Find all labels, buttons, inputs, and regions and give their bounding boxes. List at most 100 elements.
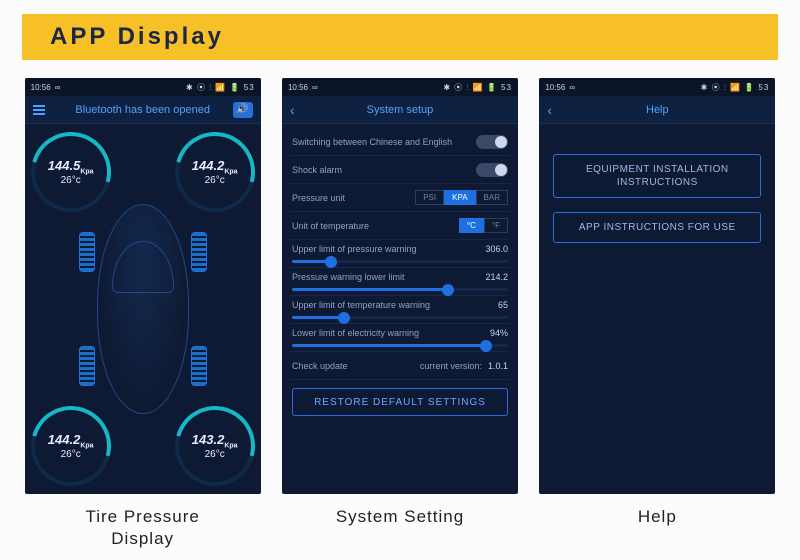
chevron-left-icon: ‹	[290, 102, 295, 118]
shock-toggle[interactable]	[476, 163, 508, 177]
help-install-button[interactable]: EQUIPMENT INSTALLATION INSTRUCTIONS	[553, 154, 761, 198]
version-value: 1.0.1	[488, 361, 508, 371]
version-label: current version:	[420, 361, 482, 371]
temp-value: 26	[205, 175, 216, 186]
status-time: 10:56	[31, 83, 51, 92]
statusbar: 10:56 ∞ ✱ ⦿ ⫶ 📶 🔋 53	[25, 78, 261, 96]
help-body: EQUIPMENT INSTALLATION INSTRUCTIONS APP …	[539, 124, 775, 494]
appbar-tpms: Bluetooth has been opened 🔊	[25, 96, 261, 124]
temp-value: 26	[61, 175, 72, 186]
car-body-icon	[97, 204, 189, 414]
status-right: ✱ ⦿ ⫶ 📶 🔋 53	[318, 82, 512, 93]
help-btn1-line1: EQUIPMENT INSTALLATION	[586, 164, 729, 175]
gauge-rear-left[interactable]: 144.2Kpa 26°c	[31, 406, 111, 486]
seg-c[interactable]: °C	[459, 218, 484, 233]
row-upper-temp: Upper limit of temperature warning 65	[290, 296, 510, 324]
status-time: 10:56	[288, 83, 308, 92]
seg-bar[interactable]: BAR	[476, 190, 508, 205]
temp-unit-seg: °C °F	[459, 218, 508, 233]
pressure-unit-label: Pressure unit	[292, 193, 415, 203]
pressure-value: 143.2	[192, 432, 225, 447]
pressure-unit: Kpa	[224, 168, 237, 175]
triptych: 10:56 ∞ ✱ ⦿ ⫶ 📶 🔋 53 Bluetooth has been …	[22, 78, 778, 550]
appbar-title: Bluetooth has been opened	[57, 104, 229, 116]
pressure-value: 144.5	[48, 158, 81, 173]
row-update[interactable]: Check update current version: 1.0.1	[290, 352, 510, 380]
status-time: 10:56	[545, 83, 565, 92]
pressure-unit: Kpa	[224, 442, 237, 449]
appbar-title: Help	[571, 104, 743, 116]
row-pressure-unit: Pressure unit PSI KPA BAR	[290, 184, 510, 212]
slider-label: Pressure warning lower limit	[292, 272, 405, 282]
car-diagram	[97, 204, 189, 414]
banner-title: APP Display	[50, 23, 224, 51]
tpms-body: 144.5Kpa 26°c 144.2Kpa 26°c 144.2Kpa 26°…	[25, 124, 261, 494]
row-shock: Shock alarm	[290, 156, 510, 184]
seg-psi[interactable]: PSI	[415, 190, 444, 205]
gauge-rear-right[interactable]: 143.2Kpa 26°c	[175, 406, 255, 486]
back-button[interactable]: ‹	[547, 102, 571, 118]
language-label: Switching between Chinese and English	[292, 137, 476, 147]
slider-value: 306.0	[485, 244, 508, 254]
pressure-value: 144.2	[48, 432, 81, 447]
seg-f[interactable]: °F	[484, 218, 508, 233]
help-btn2-label: APP INSTRUCTIONS FOR USE	[579, 222, 736, 233]
phone-settings: 10:56 ∞ ✱ ⦿ ⫶ 📶 🔋 53 ‹ System setup Swit…	[282, 78, 518, 494]
restore-label: RESTORE DEFAULT SETTINGS	[314, 397, 486, 408]
tire-icon-fl	[79, 232, 95, 272]
banner: APP Display	[22, 14, 778, 60]
pressure-unit: Kpa	[80, 168, 93, 175]
appbar-settings: ‹ System setup	[282, 96, 518, 124]
slider-upper-temp[interactable]	[292, 316, 508, 319]
slider-value: 214.2	[485, 272, 508, 282]
pressure-unit: Kpa	[80, 442, 93, 449]
slider-upper-pressure[interactable]	[292, 260, 508, 263]
row-lower-elec: Lower limit of electricity warning 94%	[290, 324, 510, 352]
row-lower-pressure: Pressure warning lower limit 214.2	[290, 268, 510, 296]
phone-col-tpms: 10:56 ∞ ✱ ⦿ ⫶ 📶 🔋 53 Bluetooth has been …	[22, 78, 263, 550]
appbar-title: System setup	[314, 104, 486, 116]
slider-lower-pressure[interactable]	[292, 288, 508, 291]
gauge-front-left[interactable]: 144.5Kpa 26°c	[31, 132, 111, 212]
sound-button[interactable]: 🔊	[229, 102, 253, 118]
slider-label: Upper limit of temperature warning	[292, 300, 430, 310]
phone-help: 10:56 ∞ ✱ ⦿ ⫶ 📶 🔋 53 ‹ Help EQUIPMENT IN…	[539, 78, 775, 494]
help-app-button[interactable]: APP INSTRUCTIONS FOR USE	[553, 212, 761, 243]
shock-label: Shock alarm	[292, 165, 476, 175]
hamburger-icon	[33, 105, 45, 115]
menu-button[interactable]	[33, 105, 57, 115]
chevron-left-icon: ‹	[547, 102, 552, 118]
phone-col-settings: 10:56 ∞ ✱ ⦿ ⫶ 📶 🔋 53 ‹ System setup Swit…	[279, 78, 520, 550]
slider-label: Upper limit of pressure warning	[292, 244, 417, 254]
temp-value: 26	[61, 449, 72, 460]
back-button[interactable]: ‹	[290, 102, 314, 118]
restore-button[interactable]: RESTORE DEFAULT SETTINGS	[292, 388, 508, 416]
slider-lower-elec[interactable]	[292, 344, 508, 347]
statusbar: 10:56 ∞ ✱ ⦿ ⫶ 📶 🔋 53	[539, 78, 775, 96]
row-upper-pressure: Upper limit of pressure warning 306.0	[290, 240, 510, 268]
pressure-unit-seg: PSI KPA BAR	[415, 190, 508, 205]
update-label: Check update	[292, 361, 420, 371]
language-toggle[interactable]	[476, 135, 508, 149]
settings-body: Switching between Chinese and English Sh…	[282, 124, 518, 494]
tire-icon-rr	[191, 346, 207, 386]
gauge-front-right[interactable]: 144.2Kpa 26°c	[175, 132, 255, 212]
status-right: ✱ ⦿ ⫶ 📶 🔋 53	[575, 82, 769, 93]
seg-kpa[interactable]: KPA	[444, 190, 475, 205]
caption-tpms: Tire Pressure Display	[85, 506, 199, 550]
appbar-help: ‹ Help	[539, 96, 775, 124]
temp-unit: °c	[72, 449, 81, 460]
status-right: ✱ ⦿ ⫶ 📶 🔋 53	[60, 82, 254, 93]
tire-icon-rl	[79, 346, 95, 386]
temp-unit-label: Unit of temperature	[292, 221, 459, 231]
temp-unit: °c	[216, 175, 225, 186]
temp-unit: °c	[72, 175, 81, 186]
row-temp-unit: Unit of temperature °C °F	[290, 212, 510, 240]
temp-value: 26	[205, 449, 216, 460]
statusbar: 10:56 ∞ ✱ ⦿ ⫶ 📶 🔋 53	[282, 78, 518, 96]
caption-settings: System Setting	[336, 506, 464, 528]
row-language: Switching between Chinese and English	[290, 128, 510, 156]
phone-col-help: 10:56 ∞ ✱ ⦿ ⫶ 📶 🔋 53 ‹ Help EQUIPMENT IN…	[537, 78, 778, 550]
slider-value: 94%	[490, 328, 508, 338]
speaker-icon: 🔊	[233, 102, 253, 118]
